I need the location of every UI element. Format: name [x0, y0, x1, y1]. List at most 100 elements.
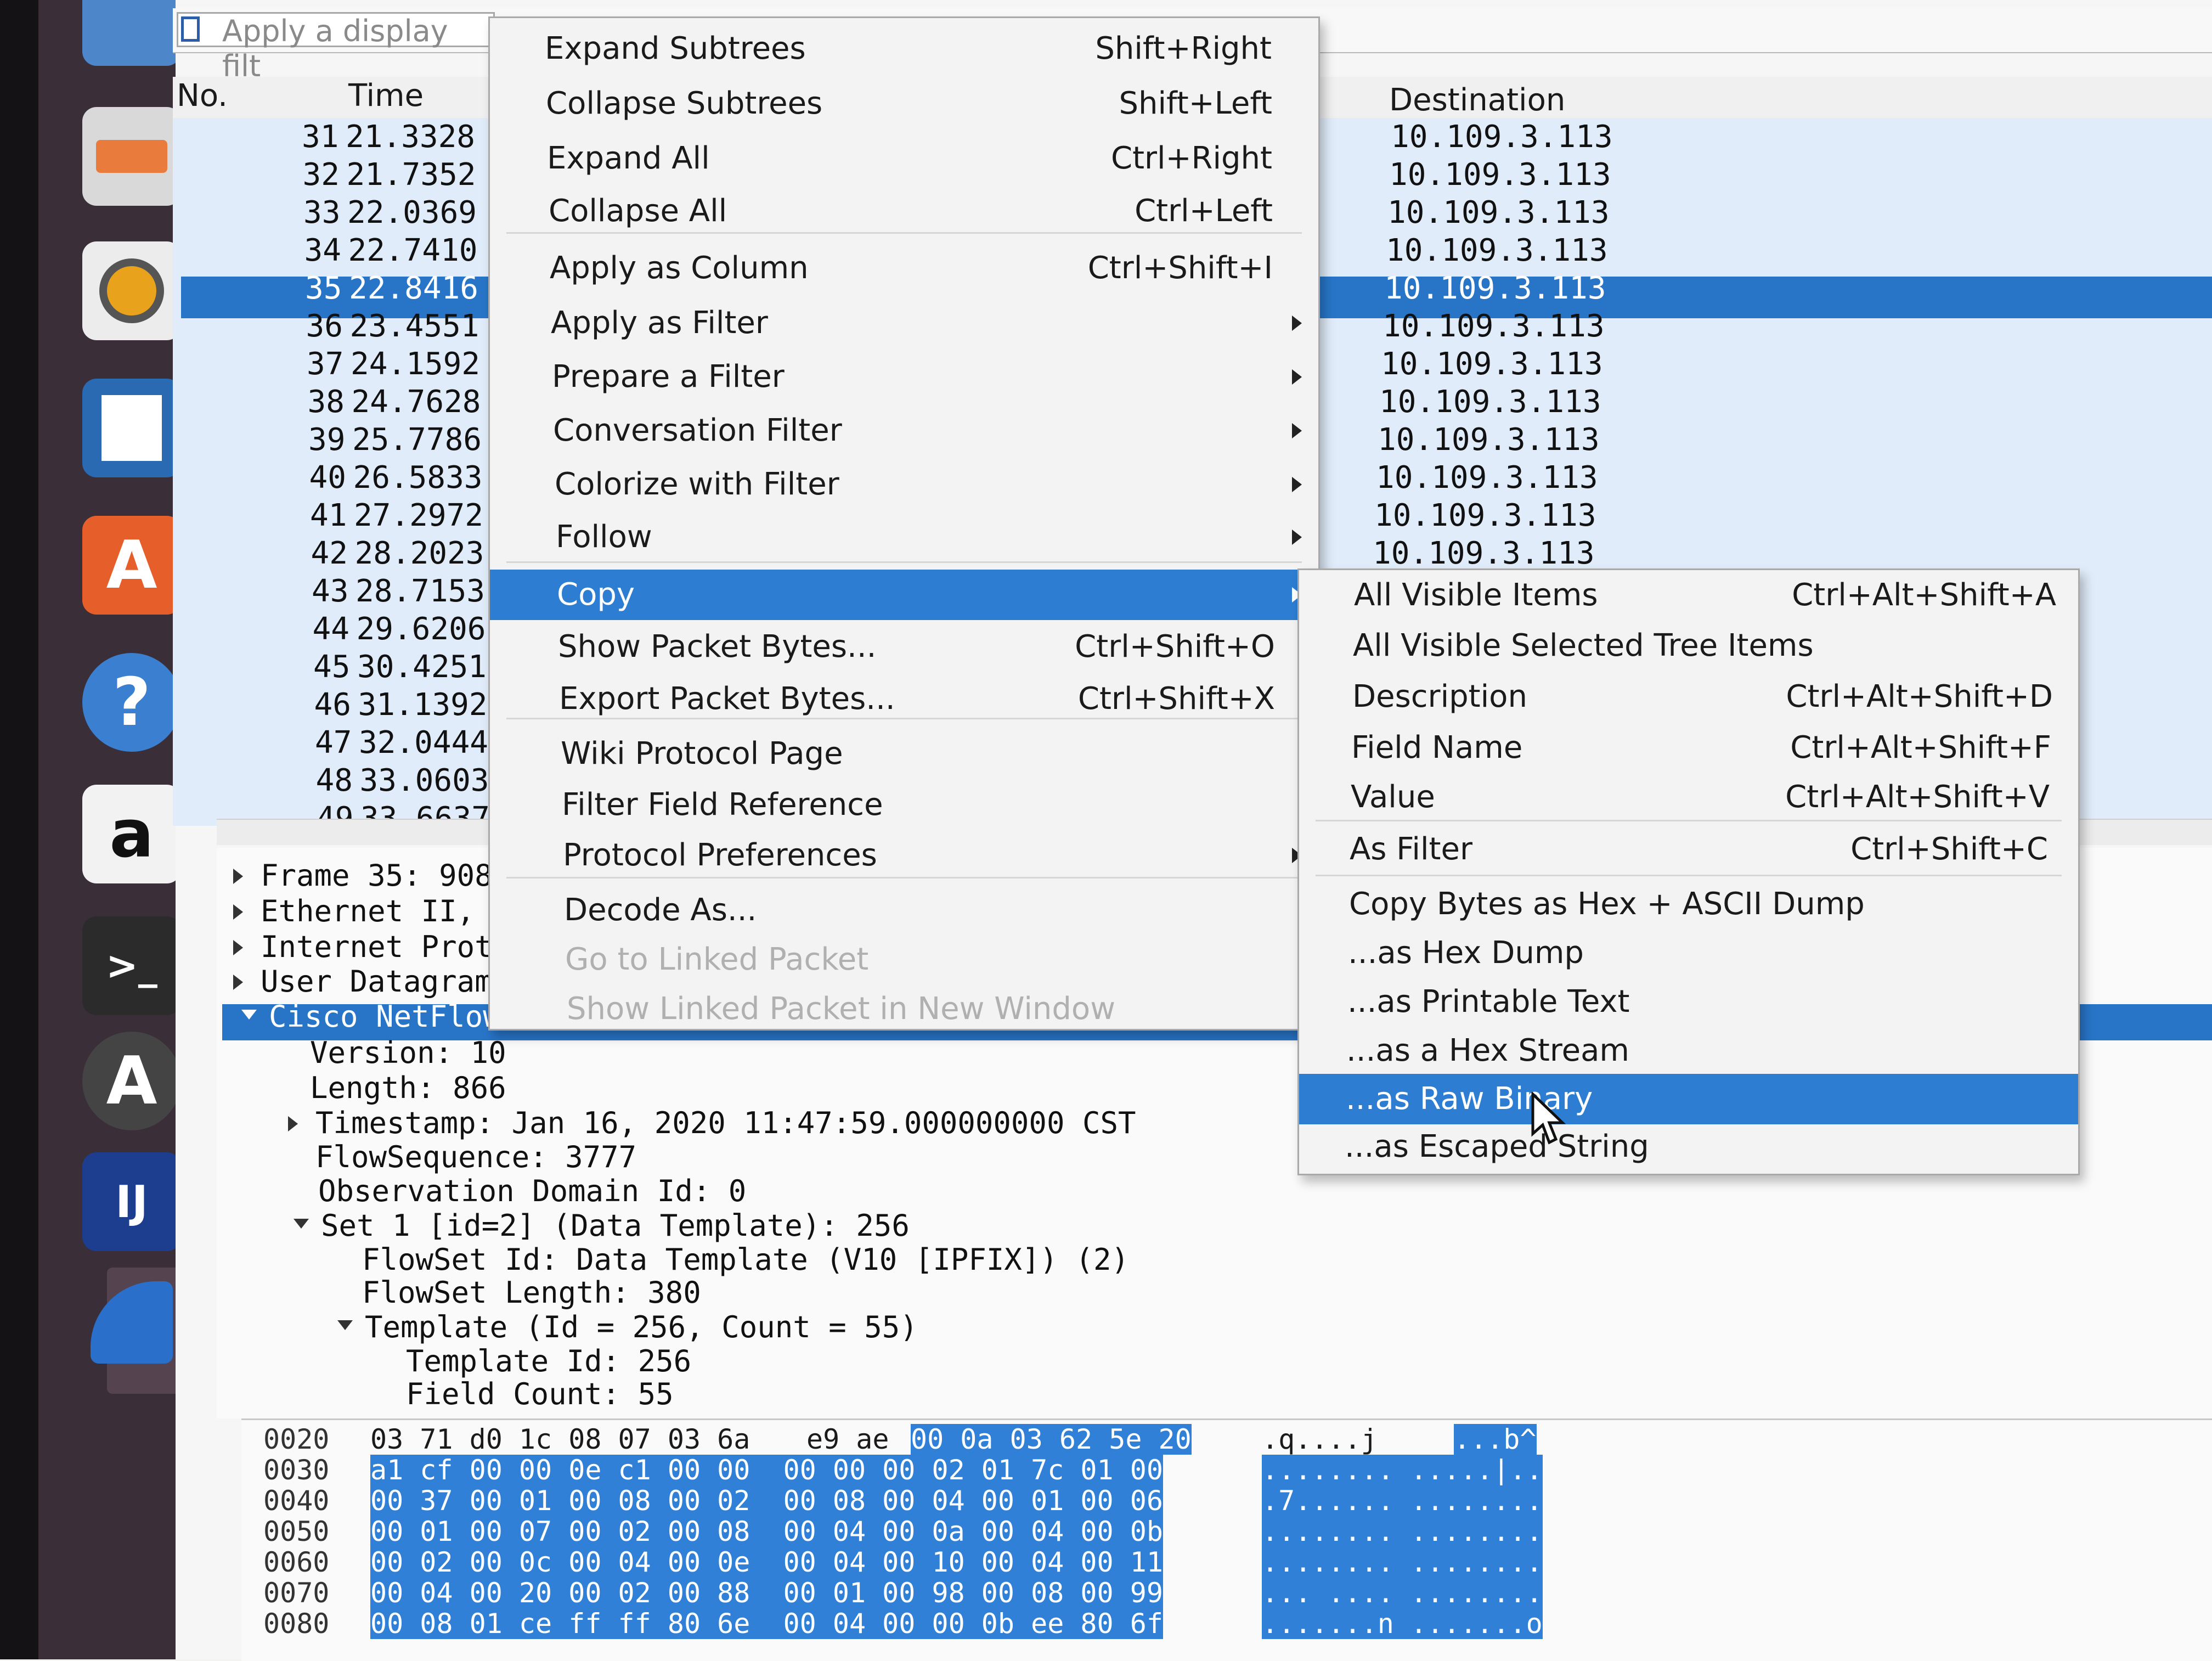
- files-icon[interactable]: [82, 0, 181, 66]
- packet-destination[interactable]: 10.109.3.113: [1373, 534, 1595, 573]
- detail-row[interactable]: Observation Domain Id: 0: [318, 1174, 746, 1208]
- context-menu-item-follow[interactable]: Follow: [490, 512, 1318, 562]
- expand-arrow-icon[interactable]: [233, 869, 243, 884]
- context-menu-item-apply-as-column[interactable]: Apply as Column Ctrl+Shift+I: [490, 243, 1318, 294]
- column-header-time[interactable]: Time: [348, 78, 424, 114]
- display-filter-input[interactable]: Apply a display filt: [177, 12, 495, 83]
- packet-destination[interactable]: 10.109.3.113: [1378, 421, 1600, 459]
- collapse-arrow-icon[interactable]: [241, 1010, 257, 1020]
- detail-row[interactable]: User Datagram: [261, 965, 493, 999]
- context-menu-item-expand-subtrees[interactable]: Expand Subtrees Shift+Right: [490, 24, 1318, 74]
- packet-time[interactable]: 29.6206: [357, 610, 486, 649]
- bookmark-icon[interactable]: [181, 16, 200, 42]
- packet-time[interactable]: 28.7153: [356, 572, 485, 611]
- packet-destination[interactable]: 10.109.3.113: [1387, 194, 1610, 232]
- ascii-bytes-highlighted[interactable]: ...b^: [1454, 1424, 1537, 1455]
- expand-arrow-icon[interactable]: [233, 940, 243, 955]
- copy-submenu-item-description[interactable]: Description Ctrl+Alt+Shift+D: [1299, 672, 2078, 722]
- packet-time[interactable]: 22.0369: [347, 194, 477, 232]
- packet-no[interactable]: 40: [309, 459, 346, 497]
- context-menu-item-wiki-protocol-page[interactable]: Wiki Protocol Page: [490, 729, 1318, 779]
- context-menu-item-copy[interactable]: Copy: [490, 570, 1318, 620]
- packet-destination[interactable]: 10.109.3.113: [1389, 156, 1611, 194]
- hex-bytes[interactable]: e9 ae: [806, 1424, 889, 1455]
- terminal-icon[interactable]: >_: [82, 916, 181, 1015]
- context-menu-item-conversation-filter[interactable]: Conversation Filter: [490, 406, 1318, 456]
- detail-row[interactable]: Ethernet II, S: [261, 894, 510, 928]
- packet-destination[interactable]: 10.109.3.113: [1391, 118, 1613, 156]
- packet-time[interactable]: 33.0603: [360, 762, 489, 800]
- packet-no[interactable]: 44: [313, 610, 349, 649]
- detail-row[interactable]: Field Count: 55: [406, 1377, 674, 1411]
- packet-no[interactable]: 43: [312, 572, 348, 611]
- software-updater-icon[interactable]: A: [82, 1032, 181, 1130]
- copy-submenu-item-field-name[interactable]: Field Name Ctrl+Alt+Shift+F: [1299, 723, 2078, 773]
- packet-destination[interactable]: 10.109.3.113: [1379, 383, 1601, 421]
- context-menu-item-prepare-a-filter[interactable]: Prepare a Filter: [490, 352, 1318, 402]
- detail-row[interactable]: Set 1 [id=2] (Data Template): 256: [321, 1209, 910, 1243]
- hex-bytes-highlighted[interactable]: 00 0a 03 62 5e 20: [911, 1424, 1192, 1455]
- copy-submenu-item-copy-bytes-as-hex-ascii-dump[interactable]: Copy Bytes as Hex + ASCII Dump: [1299, 879, 2078, 930]
- packet-no[interactable]: 48: [316, 762, 353, 800]
- packet-no[interactable]: 35: [305, 269, 342, 308]
- packet-no[interactable]: 31: [302, 118, 338, 156]
- packet-no[interactable]: 39: [308, 421, 345, 459]
- packet-time[interactable]: 21.7352: [347, 156, 476, 194]
- packet-no[interactable]: 36: [306, 307, 343, 346]
- detail-row[interactable]: Frame 35: 908: [261, 859, 493, 893]
- copy-submenu-item-all-visible-selected-tree-items[interactable]: All Visible Selected Tree Items: [1299, 621, 2078, 671]
- copy-submenu-item-as-raw-binary[interactable]: ...as Raw Binary: [1299, 1074, 2078, 1124]
- detail-row[interactable]: Timestamp: Jan 16, 2020 11:47:59.0000000…: [315, 1106, 1136, 1140]
- packet-time[interactable]: 25.7786: [352, 421, 482, 459]
- hex-bytes[interactable]: 03 71 d0 1c 08 07 03 6a: [370, 1424, 750, 1455]
- ascii-bytes-highlighted[interactable]: ........ ........: [1262, 1516, 1543, 1547]
- packet-time[interactable]: 28.2023: [355, 534, 484, 573]
- detail-row[interactable]: FlowSet Id: Data Template (V10 [IPFIX]) …: [362, 1243, 1129, 1277]
- intellij-icon[interactable]: IJ: [82, 1152, 181, 1251]
- copy-submenu-item-as-filter[interactable]: As Filter Ctrl+Shift+C: [1299, 824, 2078, 875]
- packet-no[interactable]: 32: [303, 156, 340, 194]
- collapse-arrow-icon[interactable]: [337, 1320, 353, 1330]
- context-menu-item-expand-all[interactable]: Expand All Ctrl+Right: [490, 133, 1318, 184]
- copy-submenu-item-as-hex-dump[interactable]: ...as Hex Dump: [1299, 928, 2078, 978]
- detail-row[interactable]: Length: 866: [310, 1071, 506, 1105]
- amazon-icon[interactable]: a: [82, 785, 181, 883]
- packet-destination[interactable]: 10.109.3.113: [1383, 307, 1605, 346]
- hex-bytes-highlighted[interactable]: 00 02 00 0c 00 04 00 0e 00 04 00 10 00 0…: [370, 1547, 1163, 1578]
- packet-time[interactable]: 23.4551: [350, 307, 479, 346]
- packet-no[interactable]: 33: [303, 194, 340, 232]
- packet-time[interactable]: 24.1592: [351, 345, 480, 384]
- expand-arrow-icon[interactable]: [288, 1116, 298, 1131]
- expand-arrow-icon[interactable]: [233, 975, 243, 990]
- ascii-bytes-highlighted[interactable]: .......n .......o: [1262, 1608, 1543, 1639]
- packet-time[interactable]: 26.5833: [353, 459, 483, 497]
- packet-no[interactable]: 42: [311, 534, 348, 573]
- packet-destination[interactable]: 10.109.3.113: [1374, 497, 1596, 535]
- packet-no[interactable]: 47: [315, 724, 352, 762]
- hex-bytes-highlighted[interactable]: 00 01 00 07 00 02 00 08 00 04 00 0a 00 0…: [370, 1516, 1163, 1547]
- packet-no[interactable]: 34: [304, 232, 341, 270]
- copy-submenu-item-all-visible-items[interactable]: All Visible Items Ctrl+Alt+Shift+A: [1299, 570, 2078, 621]
- help-icon[interactable]: ?: [82, 653, 181, 752]
- rhythmbox-icon[interactable]: [82, 241, 181, 340]
- ascii-bytes-highlighted[interactable]: .7...... ........: [1262, 1485, 1543, 1516]
- copy-submenu-item-value[interactable]: Value Ctrl+Alt+Shift+V: [1299, 772, 2078, 823]
- context-menu-item-collapse-all[interactable]: Collapse All Ctrl+Left: [490, 186, 1318, 237]
- context-menu-item-apply-as-filter[interactable]: Apply as Filter: [490, 298, 1318, 348]
- ascii-bytes-highlighted[interactable]: ........ .....|..: [1262, 1455, 1543, 1485]
- ascii-bytes-highlighted[interactable]: ........ ........: [1262, 1547, 1543, 1578]
- ascii-bytes-highlighted[interactable]: ... .... ........: [1262, 1578, 1543, 1608]
- packet-no[interactable]: 41: [310, 497, 347, 535]
- packet-time[interactable]: 22.7410: [348, 232, 478, 270]
- column-header-destination[interactable]: Destination: [1389, 82, 1565, 118]
- packet-destination[interactable]: 10.109.3.113: [1386, 232, 1608, 270]
- packet-destination[interactable]: 10.109.3.113: [1376, 459, 1598, 497]
- collapse-arrow-icon[interactable]: [294, 1219, 309, 1229]
- packet-time[interactable]: 32.0444: [359, 724, 488, 762]
- packet-time[interactable]: 22.8416: [349, 269, 478, 308]
- hex-bytes-highlighted[interactable]: a1 cf 00 00 0e c1 00 00 00 00 00 02 01 7…: [370, 1455, 1163, 1485]
- context-menu-item-filter-field-reference[interactable]: Filter Field Reference: [490, 780, 1318, 830]
- context-menu-item-collapse-subtrees[interactable]: Collapse Subtrees Shift+Left: [490, 78, 1318, 129]
- libreoffice-writer-icon[interactable]: [82, 379, 181, 477]
- packet-time[interactable]: 24.7628: [352, 383, 481, 421]
